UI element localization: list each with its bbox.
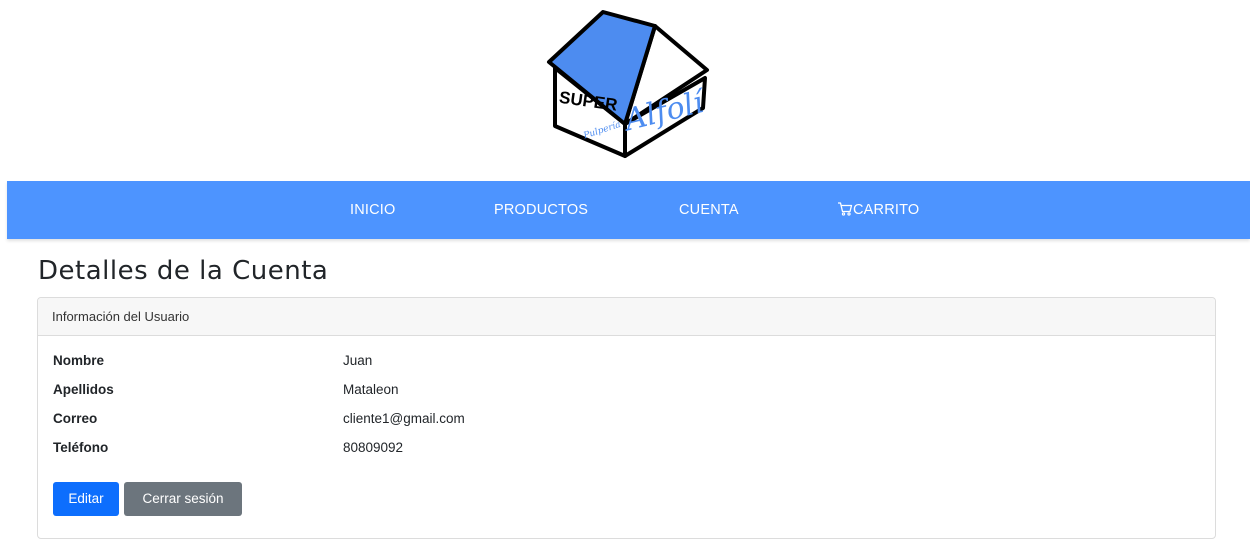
field-value-nombre: Juan (343, 353, 373, 368)
main-navbar: INICIO PRODUCTOS CUENTA CARRITO (7, 181, 1250, 239)
logo: SUPER Alfolí Pulpería (547, 10, 710, 158)
card-header: Información del Usuario (38, 298, 1215, 336)
cart-icon (838, 202, 853, 216)
nav-item-inicio[interactable]: INICIO (350, 181, 396, 239)
field-value-telefono: 80809092 (343, 440, 404, 455)
field-label-telefono: Teléfono (53, 440, 109, 455)
edit-button[interactable]: Editar (53, 482, 119, 516)
field-label-correo: Correo (53, 411, 98, 426)
nav-carrito-label: CARRITO (853, 202, 920, 218)
user-info-card: Información del Usuario Nombre Juan Apel… (37, 297, 1216, 539)
nav-item-productos[interactable]: PRODUCTOS (494, 181, 588, 239)
field-label-nombre: Nombre (53, 353, 105, 368)
field-value-correo: cliente1@gmail.com (343, 411, 465, 426)
page-title: Detalles de la Cuenta (38, 256, 329, 286)
field-value-apellidos: Mataleon (343, 382, 399, 397)
field-label-apellidos: Apellidos (53, 382, 114, 397)
nav-item-cuenta[interactable]: CUENTA (679, 181, 739, 239)
logout-button[interactable]: Cerrar sesión (124, 482, 242, 516)
header-logo-area: SUPER Alfolí Pulpería (0, 0, 1250, 181)
nav-item-carrito[interactable]: CARRITO (837, 181, 919, 239)
